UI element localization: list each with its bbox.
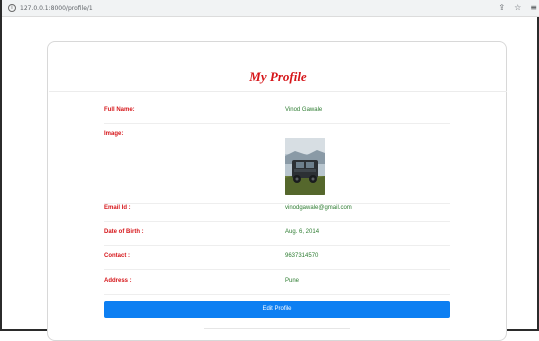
browser-window: i 127.0.0.1:8000/profile/1 ⇪ ☆ ≡ My Prof… <box>0 0 539 341</box>
row-full-name: Full Name: Vinod Gawale <box>104 107 450 124</box>
contact-label: Contact : <box>104 253 130 259</box>
edit-profile-button[interactable]: Edit Profile <box>104 301 450 318</box>
divider <box>49 91 507 92</box>
address-bar: i 127.0.0.1:8000/profile/1 ⇪ ☆ ≡ <box>2 0 539 17</box>
contact-value: 9637314570 <box>285 253 319 259</box>
menu-icon[interactable]: ≡ <box>530 3 537 13</box>
profile-image <box>285 138 325 195</box>
jeep-photo-icon <box>285 138 325 195</box>
profile-card: My Profile Full Name: Vinod Gawale Image… <box>47 41 507 341</box>
page-title: My Profile <box>249 69 307 84</box>
star-icon[interactable]: ☆ <box>514 3 521 13</box>
row-dob: Date of Birth : Aug. 6, 2014 <box>104 229 450 246</box>
share-icon[interactable]: ⇪ <box>498 3 505 13</box>
url-text[interactable]: 127.0.0.1:8000/profile/1 <box>20 5 93 12</box>
image-label: Image: <box>104 131 124 137</box>
row-email: Email Id : vinodgawale@gmail.com <box>104 205 450 222</box>
info-icon[interactable]: i <box>8 4 16 12</box>
email-value: vinodgawale@gmail.com <box>285 205 352 211</box>
email-label: Email Id : <box>104 205 131 211</box>
row-address: Address : Pune <box>104 278 450 295</box>
browser-actions: ⇪ ☆ ≡ <box>498 3 537 13</box>
dob-label: Date of Birth : <box>104 229 144 235</box>
address-label: Address : <box>104 278 132 284</box>
divider <box>204 328 350 329</box>
full-name-label: Full Name: <box>104 107 135 113</box>
row-contact: Contact : 9637314570 <box>104 253 450 270</box>
row-image: Image: <box>104 131 450 204</box>
full-name-value: Vinod Gawale <box>285 107 323 113</box>
address-value: Pune <box>285 278 300 284</box>
dob-value: Aug. 6, 2014 <box>285 229 320 235</box>
